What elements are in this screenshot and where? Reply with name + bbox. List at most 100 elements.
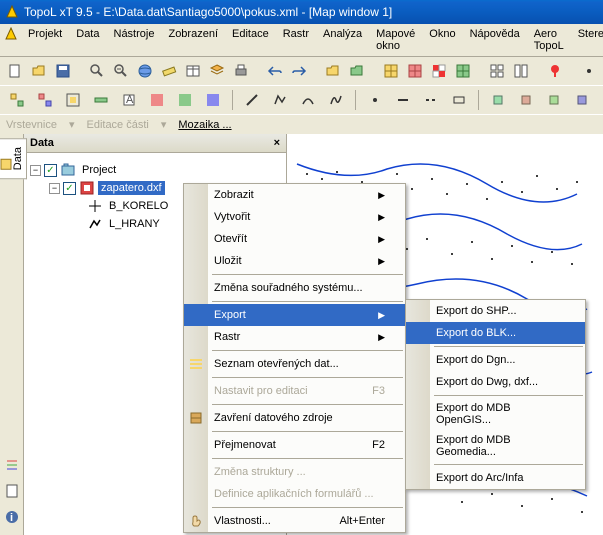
menu-vytvorit[interactable]: Vytvořit▶ [184,206,405,228]
sec-mozaika[interactable]: Mozaika ... [178,119,231,131]
tb2-s3-icon[interactable] [543,89,565,111]
menu-okno[interactable]: Okno [423,26,461,54]
cabinet-icon [188,410,204,426]
menu-rastr[interactable]: Rastr [277,26,315,54]
toolbar-1 [0,57,603,85]
export-mdb-geomedia[interactable]: Export do MDB Geomedia... [406,430,585,462]
tree-checkbox[interactable]: ✓ [63,182,76,195]
data-tab[interactable]: Data [0,138,27,179]
table-icon[interactable] [184,60,202,82]
menu-projekt[interactable]: Projekt [22,26,68,54]
menu-stere[interactable]: Stere [572,26,603,54]
redo-icon[interactable] [290,60,308,82]
menu-separator [212,301,403,302]
folder2-icon[interactable] [348,60,366,82]
side-page-icon[interactable] [2,481,22,501]
menu-otevrit[interactable]: Otevřít▶ [184,228,405,250]
zoom-out-icon[interactable] [112,60,130,82]
zoom-icon[interactable] [88,60,106,82]
export-blk[interactable]: Export do BLK... [406,322,585,344]
menu-aero-topol[interactable]: Aero TopoL [528,26,570,54]
menu-zmena-souradneho[interactable]: Změna souřadného systému... [184,277,405,299]
menu-zobrazit[interactable]: Zobrazit▶ [184,184,405,206]
group2-icon[interactable] [512,60,530,82]
menu-separator [212,274,403,275]
dxf-icon [79,180,95,196]
menu-seznam[interactable]: Seznam otevřených dat... [184,353,405,375]
tb2-5-icon[interactable]: A [118,89,140,111]
export-submenu: Export do SHP... Export do BLK... Export… [405,299,586,490]
tree-collapse-icon[interactable]: − [49,183,60,194]
side-list-icon[interactable] [2,455,22,475]
tb2-9-icon[interactable] [241,89,263,111]
tb2-12-icon[interactable] [325,89,347,111]
grid-red-icon[interactable] [406,60,424,82]
layers-icon[interactable] [208,60,226,82]
tb2-s1-icon[interactable] [487,89,509,111]
save-icon[interactable] [54,60,72,82]
titlebar: TopoL xT 9.5 - E:\Data.dat\Santiago5000\… [0,0,603,24]
tb2-7-icon[interactable] [174,89,196,111]
panel-close-icon[interactable]: × [274,137,280,149]
menu-mapove-okno[interactable]: Mapové okno [370,26,421,54]
group1-icon[interactable] [488,60,506,82]
tb2-1-icon[interactable] [6,89,28,111]
print-icon[interactable] [232,60,250,82]
tb2-dot-icon[interactable] [364,89,386,111]
tb2-3-icon[interactable] [62,89,84,111]
menu-export[interactable]: Export▶ [184,304,405,326]
grid-yellow-icon[interactable] [382,60,400,82]
tb2-s4-icon[interactable] [571,89,593,111]
tree-project[interactable]: − ✓ Project [30,161,280,179]
toolbar-divider [232,90,233,110]
menu-analyza[interactable]: Analýza [317,26,368,54]
tb2-s2-icon[interactable] [515,89,537,111]
tb2-2-icon[interactable] [34,89,56,111]
marker-icon[interactable] [546,60,564,82]
export-arcinfa[interactable]: Export do Arc/Infa [406,467,585,489]
tb2-line2-icon[interactable] [392,89,414,111]
point1-icon[interactable] [580,60,598,82]
grid-flag-icon[interactable] [430,60,448,82]
new-icon[interactable] [6,60,24,82]
tb2-6-icon[interactable] [146,89,168,111]
tb2-10-icon[interactable] [269,89,291,111]
menu-ulozit[interactable]: Uložit▶ [184,250,405,272]
export-mdb-opengis[interactable]: Export do MDB OpenGIS... [406,398,585,430]
list-icon [188,356,204,372]
menu-separator [434,346,583,347]
menu-napoveda[interactable]: Nápověda [464,26,526,54]
tb2-rect-icon[interactable] [448,89,470,111]
menu-prejmenovat[interactable]: PřejmenovatF2 [184,434,405,456]
menu-rastr[interactable]: Rastr▶ [184,326,405,348]
tb2-11-icon[interactable] [297,89,319,111]
panel-title: Data [30,137,54,149]
toolbar-divider [478,90,479,110]
tree-checkbox[interactable]: ✓ [44,164,57,177]
side-info-icon[interactable]: i [2,507,22,527]
ruler-icon[interactable] [160,60,178,82]
grid-green-icon[interactable] [454,60,472,82]
tb2-line3-icon[interactable] [420,89,442,111]
folder1-icon[interactable] [324,60,342,82]
tb2-4-icon[interactable] [90,89,112,111]
menu-data[interactable]: Data [70,26,105,54]
panel-header: Data × [24,134,286,153]
export-dgn[interactable]: Export do Dgn... [406,349,585,371]
tree-label: B_KORELO [106,199,171,213]
globe-icon[interactable] [136,60,154,82]
line-layer-icon [87,216,103,232]
app-menu-icon [4,26,18,42]
menu-editace[interactable]: Editace [226,26,275,54]
undo-icon[interactable] [266,60,284,82]
tb2-8-icon[interactable] [202,89,224,111]
menu-zavreni[interactable]: Zavření datového zdroje [184,407,405,429]
open-icon[interactable] [30,60,48,82]
menu-nastroje[interactable]: Nástroje [108,26,161,54]
menu-separator [434,464,583,465]
export-shp[interactable]: Export do SHP... [406,300,585,322]
menu-zobrazeni[interactable]: Zobrazení [162,26,224,54]
tree-collapse-icon[interactable]: − [30,165,41,176]
menu-separator [212,404,403,405]
export-dwg[interactable]: Export do Dwg, dxf... [406,371,585,393]
